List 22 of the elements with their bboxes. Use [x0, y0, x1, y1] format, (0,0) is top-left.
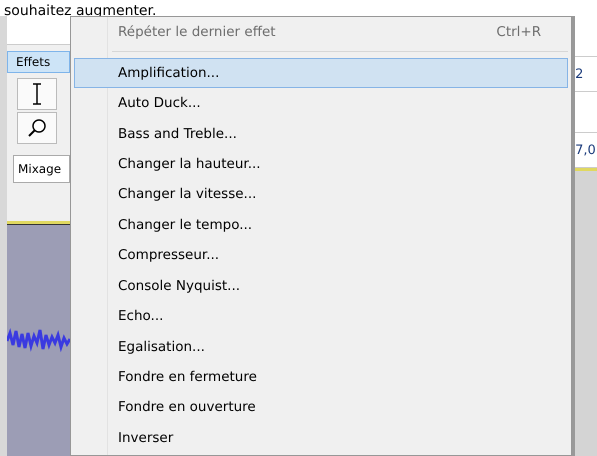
menu-item[interactable]: Inverser — [74, 422, 568, 453]
menu-item[interactable]: Egalisation... — [74, 331, 568, 362]
magnifier-icon — [27, 118, 47, 138]
menu-item[interactable]: Changer la hauteur... — [74, 148, 568, 180]
menu-item[interactable]: Bass and Treble... — [74, 118, 568, 149]
zoom-tool[interactable] — [17, 112, 57, 144]
shortcut-label: Ctrl+R — [496, 24, 542, 40]
menu-item[interactable]: Amplification... — [74, 58, 568, 88]
menu-item[interactable]: Console Nyquist... — [74, 270, 568, 301]
menu-item[interactable]: Fondre en ouverture — [74, 392, 568, 423]
menu-item[interactable]: Fondre en fermeture — [74, 362, 568, 392]
selection-tool[interactable] — [17, 78, 57, 110]
menu-bar-item[interactable]: Effets — [7, 51, 70, 73]
menu-item[interactable]: Echo... — [74, 300, 568, 332]
menu-item[interactable]: Auto Duck... — [74, 88, 568, 118]
menu-item[interactable]: Changer le tempo... — [74, 210, 568, 240]
header-text: souhaitez augmenter. — [4, 3, 156, 19]
mix-dropdown[interactable]: Mixage — [13, 155, 70, 183]
menu-item[interactable]: Changer la vitesse... — [74, 179, 568, 210]
text-cursor-icon — [31, 83, 43, 105]
menu-item[interactable]: Compresseur... — [74, 240, 568, 270]
toolbar-number: 2 — [575, 57, 597, 92]
